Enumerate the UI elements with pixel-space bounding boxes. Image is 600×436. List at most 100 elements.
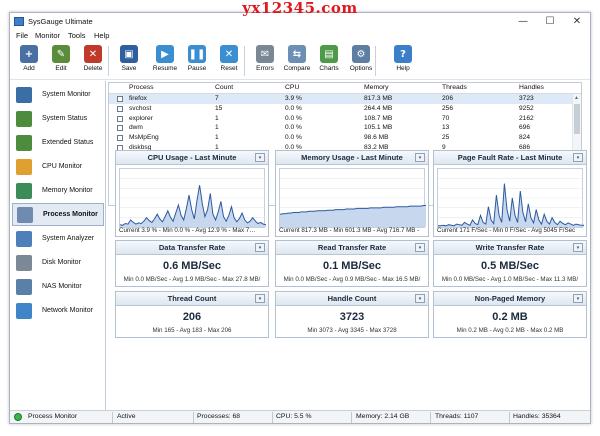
system-monitor-icon — [16, 86, 32, 103]
errors-button[interactable]: ✉ Errors — [250, 43, 280, 79]
panel-menu-icon[interactable]: ▾ — [255, 243, 265, 252]
table-cell: 0.0 % — [285, 114, 302, 122]
minimize-button[interactable]: — — [510, 14, 536, 29]
chart-footer: Current 3.9 % - Min 0.0 % - Avg 12.9 % -… — [119, 227, 256, 234]
stat-panel-5: Handle Count ▾ 3723 Min 3073 - Avg 3345 - M… — [275, 291, 429, 338]
panel-menu-icon[interactable]: ▾ — [255, 153, 265, 162]
stat-footer: Min 0.0 MB/Sec - Avg 1.9 MB/Sec - Max 27… — [123, 276, 261, 283]
table-row[interactable]: svchost 15 0.0 % 264.4 MB 256 9252 — [109, 104, 581, 114]
save-button[interactable]: ▣ Save — [114, 43, 144, 79]
column-header-cpu[interactable]: CPU — [285, 84, 299, 91]
resume-button[interactable]: ▶ Resume — [150, 43, 180, 79]
compare-button[interactable]: ⇆ Compare — [282, 43, 312, 79]
toolbar-label: Charts — [319, 65, 339, 72]
add-icon: + — [20, 45, 38, 63]
column-header-process[interactable]: Process — [129, 84, 154, 91]
delete-button[interactable]: ✕ Delete — [78, 43, 108, 79]
process-icon — [117, 96, 123, 102]
sidebar-item-cpu-monitor[interactable]: CPU Monitor — [12, 155, 104, 178]
table-cell: 9252 — [519, 104, 534, 112]
panel-menu-icon[interactable]: ▾ — [255, 294, 265, 303]
add-button[interactable]: + Add — [14, 43, 44, 79]
scroll-thumb[interactable] — [574, 104, 580, 134]
status-cpu: CPU: 5.5 % — [276, 413, 312, 420]
column-header-handles[interactable]: Handles — [519, 84, 544, 91]
status-bar: Process Monitor Active Processes: 68 CPU… — [10, 410, 590, 423]
edit-button[interactable]: ✎ Edit — [46, 43, 76, 79]
panel-menu-icon[interactable]: ▾ — [573, 243, 583, 252]
resume-icon: ▶ — [156, 45, 174, 63]
table-cell: explorer — [129, 114, 153, 122]
menu-help[interactable]: Help — [94, 31, 109, 40]
panel-menu-icon[interactable]: ▾ — [415, 243, 425, 252]
panel-menu-icon[interactable]: ▾ — [573, 294, 583, 303]
panel-menu-icon[interactable]: ▾ — [573, 153, 583, 162]
stat-footer: Min 3073 - Avg 3345 - Max 3728 — [307, 327, 397, 334]
sidebar-item-label: Disk Monitor — [42, 259, 81, 266]
extended-status-icon — [16, 134, 32, 151]
toolbar-label: Compare — [283, 65, 311, 72]
sidebar-item-memory-monitor[interactable]: Memory Monitor — [12, 179, 104, 202]
chart-footer: Current 171 F/Sec - Min 0 F/Sec - Avg 50… — [437, 227, 576, 234]
panel-title: Page Fault Rate - Last Minute ▾ — [434, 151, 586, 165]
chart-panel-3: Page Fault Rate - Last Minute ▾ Current 17… — [433, 150, 587, 237]
maximize-button[interactable]: ☐ — [537, 14, 563, 29]
table-cell: 824 — [519, 134, 531, 142]
table-cell: 206 — [442, 95, 454, 102]
sidebar-item-label: Process Monitor — [43, 211, 98, 218]
sidebar-item-extended-status[interactable]: Extended Status — [12, 131, 104, 154]
chart-panel-2: Memory Usage - Last Minute ▾ Current 817.3… — [275, 150, 429, 237]
charts-button[interactable]: ▤ Charts — [314, 43, 344, 79]
panel-title-text: Read Transfer Rate — [317, 243, 387, 252]
reset-button[interactable]: ✕ Reset — [214, 43, 244, 79]
column-header-threads[interactable]: Threads — [442, 84, 467, 91]
toolbar-label: Edit — [55, 65, 67, 72]
sidebar-item-disk-monitor[interactable]: Disk Monitor — [12, 251, 104, 274]
sidebar-item-network-monitor[interactable]: Network Monitor — [12, 299, 104, 322]
column-header-count[interactable]: Count — [215, 84, 233, 91]
panel-title-text: Thread Count — [167, 294, 217, 303]
panel-menu-icon[interactable]: ▾ — [415, 294, 425, 303]
scroll-up-icon[interactable]: ▲ — [574, 95, 579, 101]
column-header-memory[interactable]: Memory — [364, 84, 389, 91]
table-cell: dwm — [129, 124, 143, 132]
table-cell: 696 — [519, 124, 531, 132]
help-icon: ? — [394, 45, 412, 63]
table-cell: 25 — [442, 134, 450, 142]
menu-monitor[interactable]: Monitor — [35, 31, 60, 40]
toolbar-label: Help — [396, 65, 410, 72]
options-button[interactable]: ⚙ Options — [346, 43, 376, 79]
toolbar-separator — [375, 46, 376, 76]
reset-icon: ✕ — [220, 45, 238, 63]
stat-panel-3: Write Transfer Rate ▾ 0.5 MB/Sec Min 0.0 MB… — [433, 240, 587, 287]
table-cell: 108.7 MB — [364, 114, 393, 122]
panel-menu-icon[interactable]: ▾ — [415, 153, 425, 162]
pause-button[interactable]: ❚❚ Pause — [182, 43, 212, 79]
table-cell: firefox — [129, 95, 147, 102]
edit-icon: ✎ — [52, 45, 70, 63]
sidebar-item-label: CPU Monitor — [42, 163, 83, 170]
table-row[interactable]: MsMpEng 1 0.0 % 98.6 MB 25 824 — [109, 133, 581, 143]
sidebar-item-system-analyzer[interactable]: System Analyzer — [12, 227, 104, 250]
table-row[interactable]: explorer 1 0.0 % 108.7 MB 70 2162 — [109, 114, 581, 124]
table-cell: 15 — [215, 104, 223, 112]
close-button[interactable]: ✕ — [564, 14, 590, 29]
memory-icon — [16, 182, 32, 199]
toolbar-separator — [108, 46, 109, 76]
sidebar-item-process-monitor[interactable]: Process Monitor — [12, 203, 104, 226]
status-handles: Handles: 35364 — [513, 413, 561, 420]
table-cell: 0.0 % — [285, 134, 302, 142]
menu-tools[interactable]: Tools — [68, 31, 86, 40]
table-cell: 1 — [215, 114, 219, 122]
menu-file[interactable]: File — [16, 31, 28, 40]
sidebar-item-system-monitor[interactable]: System Monitor — [12, 83, 104, 106]
panel-title-text: CPU Usage - Last Minute — [147, 153, 237, 162]
table-row[interactable]: dwm 1 0.0 % 105.1 MB 13 696 — [109, 123, 581, 133]
sidebar-item-system-status[interactable]: System Status — [12, 107, 104, 130]
stat-value: 0.5 MB/Sec — [480, 260, 540, 272]
help-button[interactable]: ? Help — [388, 43, 418, 79]
table-cell: 1 — [215, 134, 219, 142]
status-ok-icon — [14, 413, 22, 421]
table-row[interactable]: firefox 7 3.9 % 817.3 MB 206 3723 — [109, 94, 581, 104]
sidebar-item-nas-monitor[interactable]: NAS Monitor — [12, 275, 104, 298]
